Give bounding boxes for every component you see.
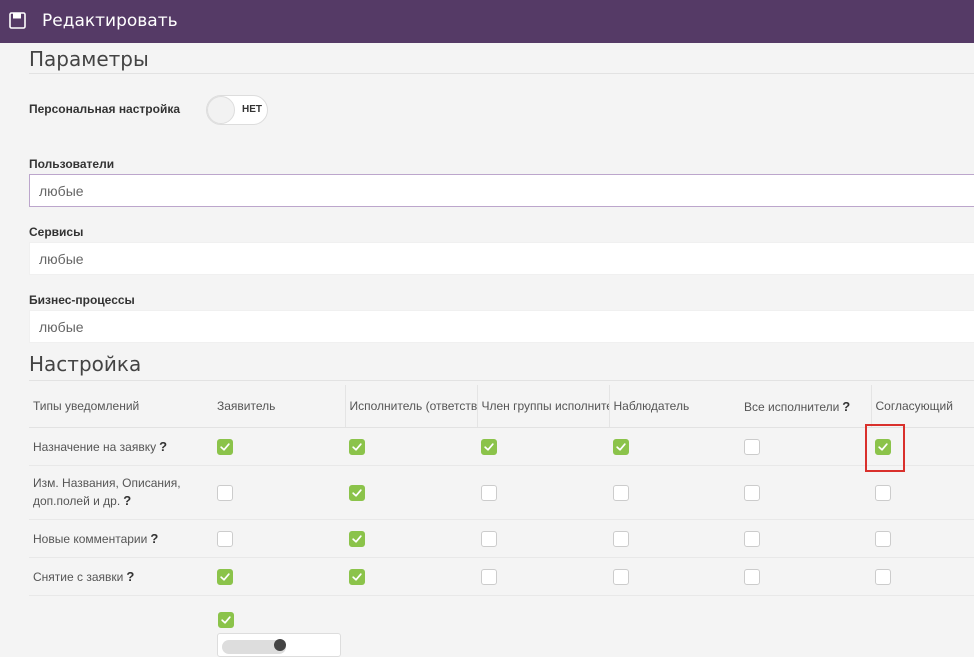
users-value: любые (39, 183, 84, 199)
personal-setting-toggle[interactable]: НЕТ (206, 95, 268, 125)
row-label: Новые комментарии? (29, 519, 213, 558)
checkbox-cell (740, 557, 871, 596)
checkbox-cell (477, 519, 609, 558)
help-icon[interactable]: ? (150, 531, 158, 546)
unchecked-checkbox[interactable] (744, 530, 760, 547)
processes-value: любые (39, 319, 84, 335)
checked-checkbox[interactable] (349, 438, 365, 455)
checked-checkbox[interactable] (349, 484, 365, 501)
save-icon[interactable] (9, 12, 26, 29)
processes-label: Бизнес-процессы (29, 293, 135, 307)
checked-checkbox[interactable] (613, 438, 629, 455)
col-header-observer: Наблюдатель (608, 385, 740, 428)
row-label: Снятие с заявки? (29, 557, 213, 596)
checkbox-cell (871, 465, 974, 520)
table-row: Снятие с заявки? (29, 557, 974, 596)
unchecked-checkbox[interactable] (744, 568, 760, 585)
checkbox-cell (609, 519, 740, 558)
checkbox-cell (871, 519, 974, 558)
table-row: Назначение на заявку? (29, 427, 974, 466)
checkbox-cell (609, 557, 740, 596)
row-label: Назначение на заявку? (29, 427, 213, 466)
header-row: Типы уведомлений Заявитель Исполнитель (… (29, 385, 974, 428)
unchecked-checkbox[interactable] (217, 530, 233, 547)
bottom-toggle[interactable] (217, 633, 341, 657)
extra-checkbox[interactable] (218, 612, 234, 628)
checkbox-cell (345, 557, 477, 596)
unchecked-checkbox[interactable] (744, 484, 760, 501)
table-row: Новые комментарии? (29, 519, 974, 558)
col-header-executor: Исполнитель (ответственный) (344, 385, 477, 428)
services-field[interactable]: любые (29, 242, 974, 275)
checkbox-cell (213, 427, 345, 466)
params-divider (29, 73, 974, 74)
checkbox-cell (345, 519, 477, 558)
toggle-value: НЕТ (242, 104, 262, 115)
table-row: Изм. Названия, Описания, доп.полей и др.… (29, 465, 974, 520)
col-header-all-executors-label: Все исполнители (744, 399, 840, 414)
checkbox-cell (871, 557, 974, 596)
unchecked-checkbox[interactable] (613, 530, 629, 547)
checkbox-cell (740, 427, 871, 466)
checkbox-cell (609, 427, 740, 466)
help-icon[interactable]: ? (126, 569, 134, 584)
row-label: Изм. Названия, Описания, доп.полей и др.… (29, 465, 213, 520)
checkbox-cell (740, 519, 871, 558)
window-titlebar: Редактировать (0, 0, 974, 43)
checked-checkbox[interactable] (481, 438, 497, 455)
help-icon[interactable]: ? (842, 399, 850, 414)
unchecked-checkbox[interactable] (744, 438, 760, 455)
highlight-box (865, 424, 905, 472)
window-title: Редактировать (42, 11, 178, 31)
checkbox-cell (345, 465, 477, 520)
row-label-text: Снятие с заявки (33, 569, 124, 584)
row-label-text: Изм. Названия, Описания, доп.полей и др. (33, 476, 181, 508)
unchecked-checkbox[interactable] (613, 568, 629, 585)
users-field[interactable]: любые (29, 174, 974, 207)
users-label: Пользователи (29, 157, 115, 171)
checked-checkbox[interactable] (349, 568, 365, 585)
checkbox-cell (213, 465, 345, 520)
matrix-body: Назначение на заявку? Изм. Названия, Опис… (29, 427, 974, 596)
unchecked-checkbox[interactable] (481, 568, 497, 585)
unchecked-checkbox[interactable] (613, 484, 629, 501)
unchecked-checkbox[interactable] (481, 484, 497, 501)
services-label: Сервисы (29, 225, 84, 239)
row-label-text: Новые комментарии (33, 531, 148, 546)
settings-divider (29, 380, 974, 381)
checkbox-cell (477, 557, 609, 596)
toggle-dot (274, 639, 286, 651)
processes-field[interactable]: любые (29, 310, 974, 343)
personal-setting-label: Персональная настройка (29, 102, 181, 116)
unchecked-checkbox[interactable] (875, 484, 891, 501)
params-section-title: Параметры (29, 47, 149, 71)
unchecked-checkbox[interactable] (875, 530, 891, 547)
col-header-applicant: Заявитель (213, 385, 345, 428)
col-header-group-member: Член группы исполнителей (476, 385, 609, 428)
checkbox-cell (609, 465, 740, 520)
checkbox-cell (740, 465, 871, 520)
checked-checkbox[interactable] (217, 568, 233, 585)
edit-form: Параметры Персональная настройка НЕТ Пол… (29, 43, 974, 657)
checkbox-cell (477, 465, 609, 520)
services-value: любые (39, 251, 84, 267)
col-header-types: Типы уведомлений (29, 385, 213, 428)
col-header-approver: Согласующий (870, 385, 974, 428)
settings-section-title: Настройка (29, 352, 142, 376)
unchecked-checkbox[interactable] (481, 530, 497, 547)
help-icon[interactable]: ? (159, 439, 167, 454)
unchecked-checkbox[interactable] (875, 568, 891, 585)
checked-checkbox[interactable] (349, 530, 365, 547)
row-label-text: Назначение на заявку (33, 439, 157, 454)
checkbox-cell (213, 557, 345, 596)
checked-checkbox[interactable] (217, 438, 233, 455)
checkbox-cell (213, 519, 345, 558)
col-header-all-executors: Все исполнители? (740, 385, 871, 428)
toggle-knob (207, 96, 235, 124)
help-icon[interactable]: ? (123, 493, 131, 508)
notification-matrix: Типы уведомлений Заявитель Исполнитель (… (29, 385, 974, 596)
unchecked-checkbox[interactable] (217, 484, 233, 501)
checkbox-cell (345, 427, 477, 466)
checkbox-cell (477, 427, 609, 466)
